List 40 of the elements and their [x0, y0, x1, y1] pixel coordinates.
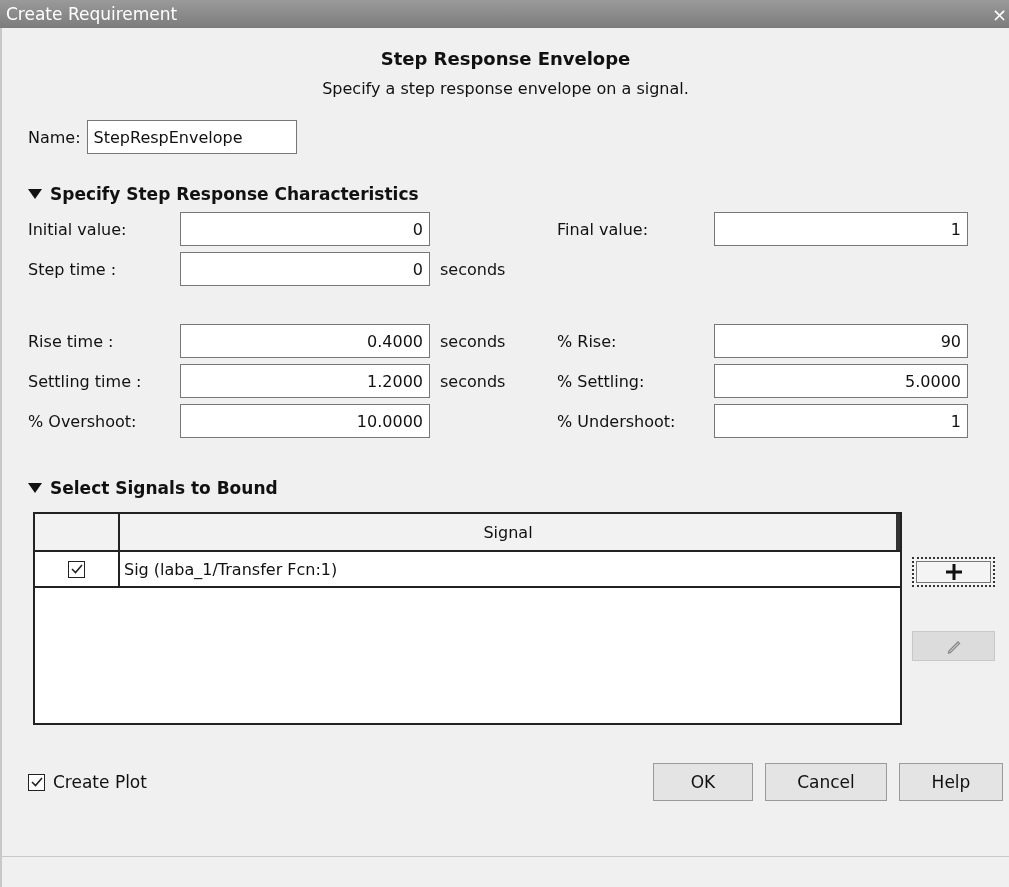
row-checkbox[interactable] [68, 560, 85, 578]
dialog-button[interactable]: OK [653, 763, 753, 801]
name-label: Name: [28, 127, 81, 147]
dialog-button[interactable]: Cancel [765, 763, 887, 801]
number-field[interactable]: 1.2000 [180, 364, 430, 398]
plus-icon [944, 563, 963, 581]
close-button[interactable]: × [991, 3, 1007, 25]
field-label: % Rise: [557, 331, 618, 351]
dialog-button[interactable]: Help [899, 763, 1003, 801]
dialog-description: Specify a step response envelope on a signal. [322, 79, 689, 98]
number-field[interactable]: 90 [714, 324, 968, 358]
field-label: Rise time : [28, 331, 115, 351]
create-plot-checkbox[interactable] [28, 773, 45, 791]
table-cell: Sig (laba_1/Transfer Fcn:1) [118, 552, 900, 586]
field-label: % Settling: [557, 371, 646, 391]
collapse-triangle-icon[interactable] [28, 483, 42, 493]
number-field[interactable]: 5.0000 [714, 364, 968, 398]
field-label: % Overshoot: [28, 411, 138, 431]
unit-label: seconds [439, 371, 507, 391]
add-button[interactable] [912, 557, 995, 587]
number-field[interactable]: 0 [180, 212, 430, 246]
unit-label: seconds [439, 331, 507, 351]
dialog-heading: Step Response Envelope [380, 48, 631, 69]
unit-label: seconds [439, 259, 507, 279]
field-label: % Undershoot: [557, 411, 677, 431]
section-heading[interactable]: Select Signals to Bound [50, 478, 278, 498]
number-field[interactable]: 1 [714, 404, 968, 438]
collapse-triangle-icon[interactable] [28, 189, 42, 199]
field-label: Settling time : [28, 371, 143, 391]
window-title: Create Requirement [6, 4, 178, 24]
name-field[interactable]: StepRespEnvelope [86, 120, 297, 154]
number-field[interactable]: 0 [180, 252, 430, 286]
field-label: Initial value: [28, 219, 128, 239]
number-field[interactable]: 1 [714, 212, 968, 246]
field-label: Step time : [28, 259, 118, 279]
field-label: Final value: [557, 219, 650, 239]
checkbox-label[interactable]: Create Plot [53, 772, 147, 792]
number-field[interactable]: 0.4000 [180, 324, 430, 358]
number-field[interactable]: 10.0000 [180, 404, 430, 438]
section-heading[interactable]: Specify Step Response Characteristics [50, 184, 419, 204]
